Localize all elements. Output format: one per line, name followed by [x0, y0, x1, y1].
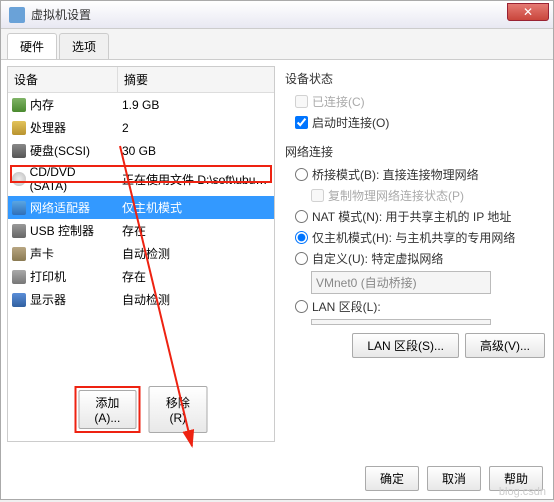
tab-hardware[interactable]: 硬件 — [7, 33, 57, 59]
nat-radio[interactable] — [295, 210, 308, 223]
snd-icon — [12, 247, 26, 261]
network-connection-group: 网络连接 桥接模式(B): 直接连接物理网络 复制物理网络连接状态(P) NAT… — [285, 143, 545, 358]
device-row-disp[interactable]: 显示器 自动检测 — [8, 288, 274, 311]
hostonly-label: 仅主机模式(H): 与主机共享的专用网络 — [312, 229, 515, 246]
content-area: 设备 摘要 内存1.9 GB处理器2硬盘(SCSI)30 GBCD/DVD (S… — [1, 60, 553, 448]
device-name: 网络适配器 — [30, 199, 90, 216]
device-status-group: 设备状态 已连接(C) 启动时连接(O) — [285, 70, 545, 131]
nat-radio-row[interactable]: NAT 模式(N): 用于共享主机的 IP 地址 — [295, 208, 545, 225]
mem-icon — [12, 98, 26, 112]
device-row-snd[interactable]: 声卡 自动检测 — [8, 242, 274, 265]
col-device: 设备 — [8, 67, 118, 92]
device-row-cpu[interactable]: 处理器 2 — [8, 116, 274, 139]
device-row-cd[interactable]: CD/DVD (SATA)正在使用文件 D:\soft\ubuntu-14.04… — [8, 162, 274, 196]
device-status-title: 设备状态 — [285, 70, 545, 87]
custom-vmnet-dropdown[interactable]: VMnet0 (自动桥接) — [311, 271, 491, 294]
connected-label: 已连接(C) — [312, 93, 365, 110]
remove-button[interactable]: 移除(R) — [148, 386, 207, 433]
custom-radio-row[interactable]: 自定义(U): 特定虚拟网络 — [295, 250, 545, 267]
prn-icon — [12, 270, 26, 284]
titlebar: 虚拟机设置 ✕ — [1, 1, 553, 29]
lan-segment-dropdown[interactable] — [311, 319, 491, 325]
device-rows: 内存1.9 GB处理器2硬盘(SCSI)30 GBCD/DVD (SATA)正在… — [8, 93, 274, 311]
device-summary: 30 GB — [118, 142, 274, 160]
device-summary: 正在使用文件 D:\soft\ubuntu-14.04... — [118, 169, 274, 190]
nat-label: NAT 模式(N): 用于共享主机的 IP 地址 — [312, 208, 511, 225]
close-button[interactable]: ✕ — [507, 3, 549, 21]
lan-label: LAN 区段(L): — [312, 298, 381, 315]
replicate-checkbox — [311, 189, 324, 202]
device-name: 硬盘(SCSI) — [30, 142, 90, 159]
device-row-net[interactable]: 网络适配器 仅主机模式 — [8, 196, 274, 219]
device-name: 显示器 — [30, 291, 66, 308]
connect-poweron-label: 启动时连接(O) — [312, 114, 389, 131]
lan-segment-button[interactable]: LAN 区段(S)... — [352, 333, 459, 358]
connect-poweron-checkbox[interactable] — [295, 116, 308, 129]
bridged-radio-row[interactable]: 桥接模式(B): 直接连接物理网络 — [295, 166, 545, 183]
device-row-usb[interactable]: USB 控制器 存在 — [8, 219, 274, 242]
hostonly-radio-row[interactable]: 仅主机模式(H): 与主机共享的专用网络 — [295, 229, 545, 246]
bridged-label: 桥接模式(B): 直接连接物理网络 — [312, 166, 479, 183]
network-connection-title: 网络连接 — [285, 143, 545, 160]
disp-icon — [12, 293, 26, 307]
device-list-panel: 设备 摘要 内存1.9 GB处理器2硬盘(SCSI)30 GBCD/DVD (S… — [7, 66, 275, 442]
close-icon: ✕ — [523, 5, 533, 19]
device-name: 声卡 — [30, 245, 54, 262]
window-title: 虚拟机设置 — [31, 6, 91, 23]
replicate-label: 复制物理网络连接状态(P) — [328, 187, 464, 204]
tab-strip: 硬件 选项 — [1, 29, 553, 60]
device-buttons: 添加(A)... 移除(R) — [75, 386, 208, 433]
cancel-button[interactable]: 取消 — [427, 466, 481, 491]
device-summary: 存在 — [118, 266, 274, 287]
device-summary: 自动检测 — [118, 289, 274, 310]
device-summary: 1.9 GB — [118, 96, 274, 114]
replicate-checkbox-row: 复制物理网络连接状态(P) — [295, 187, 545, 204]
custom-label: 自定义(U): 特定虚拟网络 — [312, 250, 443, 267]
device-list-header: 设备 摘要 — [8, 67, 274, 93]
device-name: 打印机 — [30, 268, 66, 285]
app-icon — [9, 7, 25, 23]
device-row-hdd[interactable]: 硬盘(SCSI) 30 GB — [8, 139, 274, 162]
connect-poweron-checkbox-row[interactable]: 启动时连接(O) — [295, 114, 545, 131]
cpu-icon — [12, 121, 26, 135]
bridged-radio[interactable] — [295, 168, 308, 181]
add-button[interactable]: 添加(A)... — [79, 390, 137, 429]
device-summary: 存在 — [118, 220, 274, 241]
advanced-button[interactable]: 高级(V)... — [465, 333, 545, 358]
device-name: USB 控制器 — [30, 222, 94, 239]
watermark: blog.csdn — [499, 486, 546, 498]
usb-icon — [12, 224, 26, 238]
lan-radio[interactable] — [295, 300, 308, 313]
device-name: CD/DVD (SATA) — [30, 165, 114, 193]
device-row-mem[interactable]: 内存 1.9 GB — [8, 93, 274, 116]
lan-radio-row[interactable]: LAN 区段(L): — [295, 298, 545, 315]
custom-radio[interactable] — [295, 252, 308, 265]
col-summary: 摘要 — [118, 67, 274, 92]
device-name: 内存 — [30, 96, 54, 113]
connected-checkbox — [295, 95, 308, 108]
device-summary: 自动检测 — [118, 243, 274, 264]
ok-button[interactable]: 确定 — [365, 466, 419, 491]
vm-settings-window: 虚拟机设置 ✕ 硬件 选项 设备 摘要 内存 1.9 GB 处理器 2 硬盘(SCSI)… — [0, 0, 554, 500]
device-row-prn[interactable]: 打印机 存在 — [8, 265, 274, 288]
device-summary: 仅主机模式 — [118, 197, 274, 218]
cd-icon — [12, 172, 26, 186]
network-extra-buttons: LAN 区段(S)... 高级(V)... — [285, 333, 545, 358]
highlight-box-add-button: 添加(A)... — [75, 386, 141, 433]
device-name: 处理器 — [30, 119, 66, 136]
hostonly-radio[interactable] — [295, 231, 308, 244]
connected-checkbox-row: 已连接(C) — [295, 93, 545, 110]
hdd-icon — [12, 144, 26, 158]
device-details-panel: 设备状态 已连接(C) 启动时连接(O) 网络连接 — [283, 66, 547, 442]
device-summary: 2 — [118, 119, 274, 137]
tab-options[interactable]: 选项 — [59, 33, 109, 59]
net-icon — [12, 201, 26, 215]
